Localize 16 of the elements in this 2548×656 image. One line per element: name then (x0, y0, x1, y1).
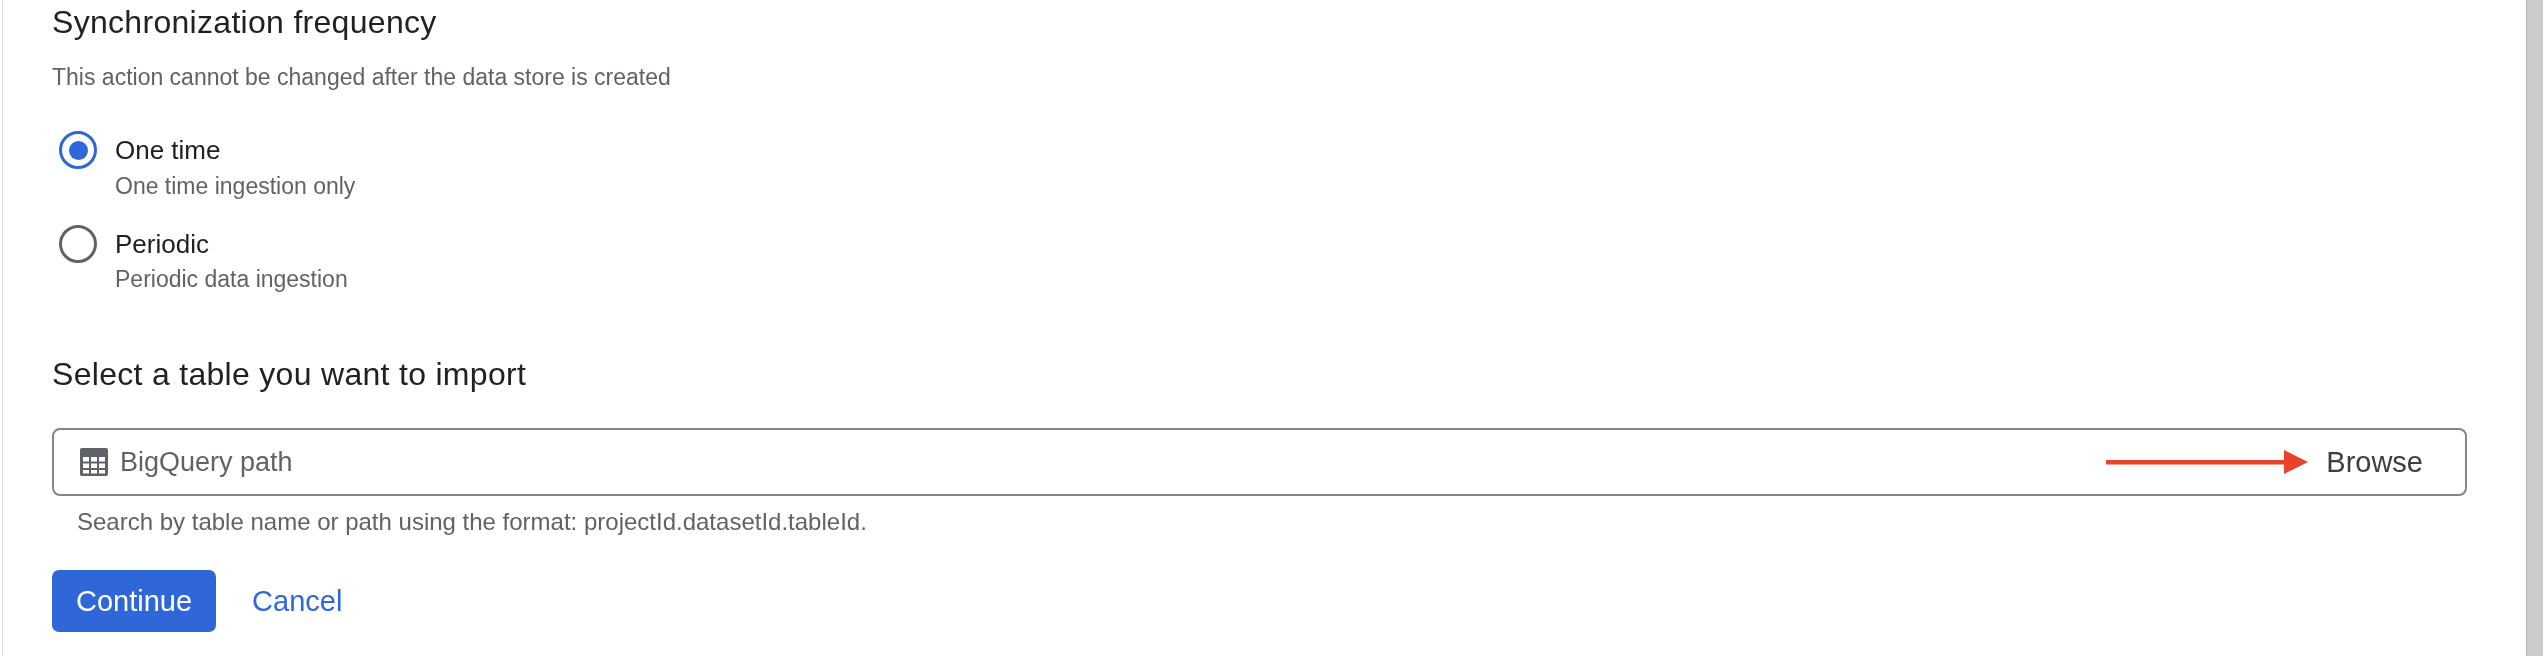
continue-button[interactable]: Continue (52, 570, 217, 632)
table-icon (80, 448, 108, 476)
option-description: Periodic data ingestion (115, 266, 348, 292)
option-label: Periodic (115, 228, 209, 261)
radio-button[interactable] (59, 131, 97, 169)
path-input-field[interactable]: BigQuery path Browse (52, 428, 2467, 496)
scrollbar[interactable] (2526, 0, 2543, 656)
section-title: Select a table you want to import (52, 356, 527, 392)
radio-button[interactable] (59, 225, 97, 263)
browse-button[interactable]: Browse (2318, 439, 2431, 485)
field-hint: Search by table name or path using the format: projectId.datasetId.tableId. (77, 509, 867, 535)
section-note: This action cannot be changed after the data store is created (52, 63, 671, 91)
option-label: One time (115, 134, 221, 167)
section-title: Synchronization frequency (52, 4, 437, 40)
cancel-button[interactable]: Cancel (232, 570, 363, 632)
option-description: One time ingestion only (115, 173, 356, 199)
